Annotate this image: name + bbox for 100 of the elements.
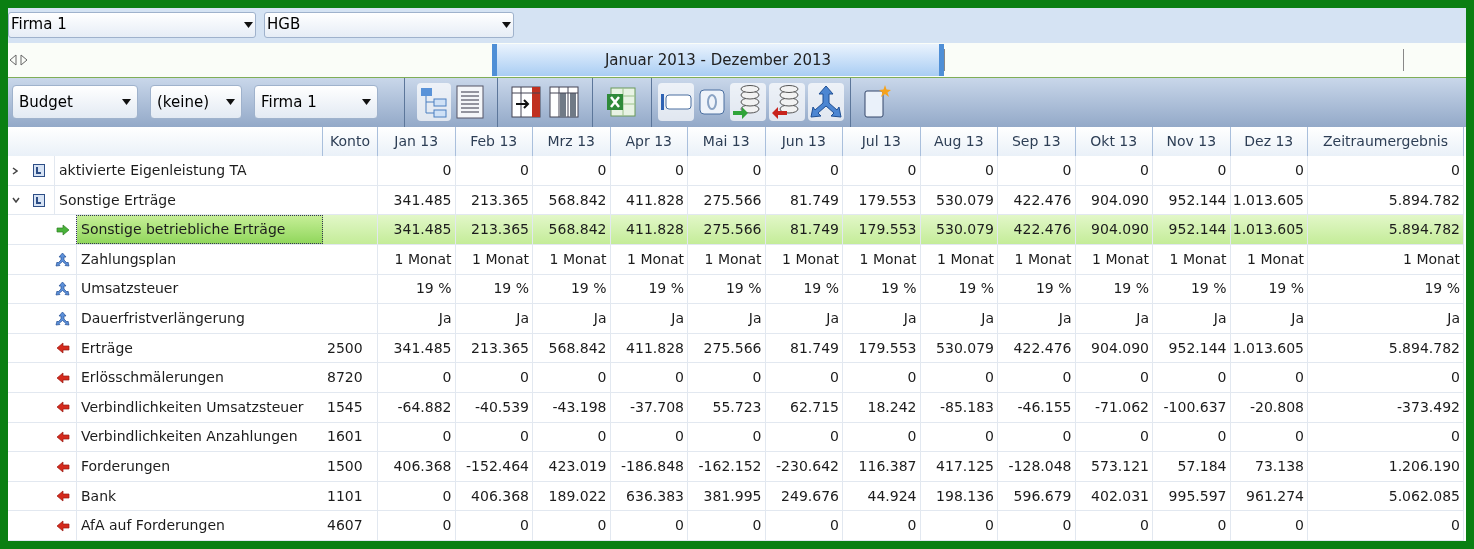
table-cell: 1.206.190 bbox=[1308, 452, 1464, 482]
table-cell: 198.136 bbox=[920, 481, 998, 512]
columns-icon[interactable] bbox=[548, 84, 580, 121]
table-cell: 636.383 bbox=[610, 481, 688, 512]
table-cell: 55.723 bbox=[688, 393, 766, 423]
table-cell: 423.019 bbox=[533, 452, 611, 482]
table-cell: 44.924 bbox=[843, 481, 921, 512]
table-cell: 952.144 bbox=[1153, 185, 1231, 216]
caret-icon bbox=[226, 99, 235, 106]
table-cell: 19 % bbox=[455, 274, 533, 305]
branch-arrows-icon bbox=[55, 311, 70, 327]
table-cell: 904.090 bbox=[1075, 215, 1153, 246]
arrow-right-icon bbox=[56, 223, 70, 236]
table-cell: 81.749 bbox=[765, 215, 843, 246]
table-cell: 0 bbox=[610, 422, 688, 453]
table-cell: 1545 bbox=[323, 393, 378, 423]
table-cell: 0 bbox=[688, 422, 766, 453]
table-cell: 1 Monat bbox=[998, 245, 1076, 275]
table-cell: 275.566 bbox=[688, 215, 766, 246]
table-cell: 952.144 bbox=[1153, 333, 1231, 364]
table-cell: 1 Monat bbox=[610, 245, 688, 275]
table-cell: 0 bbox=[843, 511, 921, 541]
table-cell: 81.749 bbox=[765, 333, 843, 364]
table-cell: 568.842 bbox=[533, 185, 611, 216]
arrow-left-icon bbox=[56, 371, 70, 384]
expander[interactable] bbox=[12, 197, 20, 204]
input-field-icon[interactable] bbox=[658, 83, 694, 122]
date-range-bar[interactable]: Januar 2013 - Dezember 2013 bbox=[492, 44, 944, 77]
table-cell: -43.198 bbox=[533, 393, 611, 423]
table-cell: 0 bbox=[998, 422, 1076, 453]
table-cell: 381.995 bbox=[688, 481, 766, 512]
table-cell: Ja bbox=[1075, 304, 1153, 334]
table-cell: 0 bbox=[998, 363, 1076, 394]
dropdown[interactable]: HGB bbox=[264, 11, 514, 38]
insert-column-icon[interactable] bbox=[510, 84, 542, 121]
table-cell: 0 bbox=[533, 156, 611, 186]
table-cell: 19 % bbox=[688, 274, 766, 305]
list-view-icon[interactable] bbox=[455, 83, 485, 122]
table-cell: 0 bbox=[1075, 363, 1153, 394]
arrow-left-icon bbox=[56, 342, 70, 355]
table-cell: Ja bbox=[920, 304, 998, 334]
table-cell: -186.848 bbox=[610, 452, 688, 482]
table-cell: 411.828 bbox=[610, 215, 688, 246]
table-cell: 1 Monat bbox=[1230, 245, 1308, 275]
dropdown[interactable]: (keine) bbox=[150, 85, 242, 120]
table-cell: 0 bbox=[378, 156, 456, 186]
table-cell: 1601 bbox=[323, 422, 378, 453]
database-import-icon[interactable] bbox=[730, 83, 766, 122]
table-cell: 0 bbox=[1308, 363, 1464, 394]
table-cell: 19 % bbox=[843, 274, 921, 305]
table-cell: 0 bbox=[1308, 422, 1464, 453]
row-label[interactable]: Sonstige betriebliche Erträge bbox=[76, 215, 323, 245]
next-icon[interactable] bbox=[19, 53, 29, 68]
table-cell: 411.828 bbox=[610, 185, 688, 216]
table-cell: Ja bbox=[610, 304, 688, 334]
table-cell: 1 Monat bbox=[920, 245, 998, 275]
table-cell: -152.464 bbox=[455, 452, 533, 482]
table-cell: 8720 bbox=[323, 363, 378, 394]
table-cell: 0 bbox=[1308, 156, 1464, 186]
table-cell: 0 bbox=[688, 156, 766, 186]
table-cell: 0 bbox=[920, 511, 998, 541]
arrow-left-icon bbox=[56, 519, 70, 532]
expander[interactable] bbox=[12, 166, 20, 175]
table-cell: Ja bbox=[1230, 304, 1308, 334]
table-cell: 0 bbox=[843, 363, 921, 394]
table-cell: 0 bbox=[1153, 422, 1231, 453]
table-cell: 0 bbox=[1075, 422, 1153, 453]
table-cell: 402.031 bbox=[1075, 481, 1153, 512]
table-cell: 0 bbox=[378, 481, 456, 512]
tree-view-icon[interactable] bbox=[417, 83, 451, 122]
timeline-track[interactable] bbox=[944, 49, 1404, 72]
table-cell: 19 % bbox=[765, 274, 843, 305]
table-cell: 18.242 bbox=[843, 393, 921, 423]
dropdown[interactable]: Firma 1 bbox=[254, 85, 378, 120]
table-cell: 0 bbox=[998, 511, 1076, 541]
table-cell: Ja bbox=[688, 304, 766, 334]
arrow-left-icon bbox=[56, 401, 70, 414]
database-export-icon[interactable] bbox=[769, 83, 805, 122]
table-cell: 19 % bbox=[1075, 274, 1153, 305]
dropdown[interactable]: Firma 1 bbox=[8, 11, 256, 38]
table-cell: 19 % bbox=[1308, 274, 1464, 305]
previous-icon[interactable] bbox=[8, 53, 18, 68]
table-cell: 249.676 bbox=[765, 481, 843, 512]
branch-arrows-icon[interactable] bbox=[808, 83, 844, 122]
table-cell: 530.079 bbox=[920, 185, 998, 216]
table-cell: Ja bbox=[533, 304, 611, 334]
table-cell: 1 Monat bbox=[765, 245, 843, 275]
table-cell: 179.553 bbox=[843, 215, 921, 246]
book-icon bbox=[33, 164, 45, 178]
table-cell: 961.274 bbox=[1230, 481, 1308, 512]
table-cell: 5.894.782 bbox=[1308, 185, 1464, 216]
dropdown[interactable]: Budget bbox=[12, 85, 138, 120]
table-cell: 0 bbox=[843, 422, 921, 453]
arrow-left-icon bbox=[56, 490, 70, 503]
table-cell: 19 % bbox=[378, 274, 456, 305]
table-cell: Ja bbox=[843, 304, 921, 334]
table-cell: 1 Monat bbox=[688, 245, 766, 275]
table-cell: 213.365 bbox=[455, 333, 533, 364]
table-cell: 19 % bbox=[1153, 274, 1231, 305]
table-cell: 1 Monat bbox=[1153, 245, 1231, 275]
